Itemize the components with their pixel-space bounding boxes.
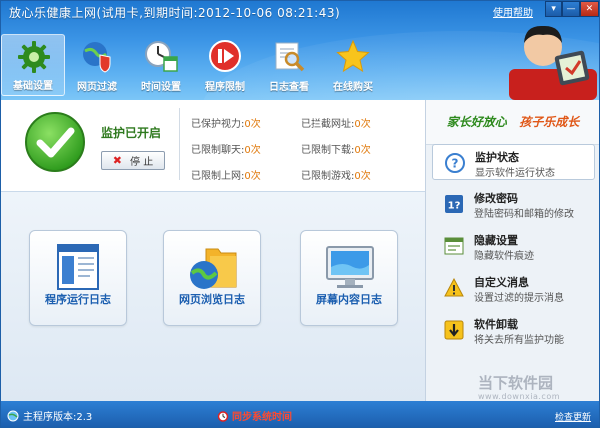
tool-basic-settings[interactable]: 基础设置 [1, 34, 65, 96]
side-item-desc: 显示软件运行状态 [475, 168, 555, 179]
tool-label: 网页过滤 [77, 82, 117, 93]
side-item-desc: 隐藏软件痕迹 [474, 251, 534, 262]
stat-chat: 已限制聊天:0次 [191, 145, 261, 156]
slogan-part1: 家长好放心 [446, 115, 507, 129]
web-log-button[interactable]: 网页浏览日志 [163, 230, 261, 326]
status-bar: 主程序版本:2.3 同步系统时间 检查更新 [1, 401, 599, 427]
tool-label: 基础设置 [13, 81, 53, 92]
side-item-title: 自定义消息 [474, 276, 529, 289]
stat-online: 已限制上网:0次 [191, 171, 261, 182]
check-icon [25, 112, 85, 172]
side-item-password[interactable]: 1? 修改密码 登陆密码和邮箱的修改 [432, 186, 595, 222]
side-item-message[interactable]: 自定义消息 设置过滤的提示消息 [432, 270, 595, 306]
question-icon: ? [445, 153, 465, 173]
star-icon [336, 39, 370, 73]
tool-web-filter[interactable]: 网页过滤 [65, 34, 129, 96]
program-log-button[interactable]: 程序运行日志 [29, 230, 127, 326]
password-icon: 1? [445, 195, 463, 213]
uninstall-icon [444, 320, 464, 340]
version-info: 主程序版本:2.3 [7, 408, 92, 423]
tool-online-buy[interactable]: 在线购买 [321, 34, 385, 96]
stop-button-label: 停 止 [130, 157, 154, 168]
right-panel: 家长好放心 孩子乐成长 ? 监护状态 显示软件运行状态 1? 修改密码 登陆密码… [425, 100, 599, 401]
app-window: 放心乐健康上网(试用卡,到期时间:2012-10-06 08:21:43) 使用… [0, 0, 600, 428]
tool-log-view[interactable]: 日志查看 [257, 34, 321, 96]
monitor-icon [326, 246, 374, 288]
screen-log-button[interactable]: 屏幕内容日志 [300, 230, 398, 326]
globe-icon [7, 410, 19, 421]
stop-button[interactable]: ✖ 停 止 [101, 151, 165, 170]
window-title: 放心乐健康上网(试用卡,到期时间:2012-10-06 08:21:43) [9, 6, 341, 20]
tool-time-settings[interactable]: 时间设置 [129, 34, 193, 96]
magnifier-icon [275, 42, 305, 72]
gear-icon [18, 41, 50, 73]
warning-icon [444, 278, 464, 297]
globe-shield-icon [83, 42, 111, 73]
side-item-title: 修改密码 [474, 192, 518, 205]
stop-play-icon [209, 40, 241, 72]
side-item-desc: 将关去所有监护功能 [474, 335, 564, 346]
main-toolbar: 基础设置 网页过滤 时间设置 程序限制 日志查看 在线购买 [1, 34, 385, 100]
tool-label: 程序限制 [205, 82, 245, 93]
hide-icon [444, 237, 464, 255]
side-item-uninstall[interactable]: 软件卸载 将关去所有监护功能 [432, 312, 595, 348]
svg-text:1?: 1? [448, 201, 461, 212]
clock-calendar-icon [145, 41, 178, 72]
program-window-icon [57, 244, 99, 290]
tool-label: 在线购买 [333, 82, 373, 93]
globe-folder-icon [190, 248, 237, 289]
side-item-title: 监护状态 [475, 151, 519, 164]
version-label: 主程序版本:2.3 [23, 412, 93, 423]
log-area: 程序运行日志 网页浏览日志 屏幕内容日志 [1, 192, 425, 401]
watermark-title: 当下软件园 [478, 374, 554, 392]
side-item-title: 软件卸载 [474, 318, 518, 331]
close-icon: ✖ [112, 154, 123, 167]
stat-url: 已拦截网址:0次 [301, 119, 371, 130]
slogan: 家长好放心 孩子乐成长 [426, 100, 599, 145]
protection-status-text: 监护已开启 [101, 126, 162, 140]
side-item-hide[interactable]: 隐藏设置 隐藏软件痕迹 [432, 228, 595, 264]
alarm-clock-icon [217, 410, 229, 422]
protection-status-panel: 监护已开启 ✖ 停 止 已保护视力:0次 已拦截网址:0次 已限制聊天:0次 已… [1, 100, 425, 192]
header: 放心乐健康上网(试用卡,到期时间:2012-10-06 08:21:43) 使用… [1, 1, 599, 100]
program-log-label: 程序运行日志 [45, 293, 111, 306]
stat-eye: 已保护视力:0次 [191, 119, 261, 130]
watermark-url: www.downxia.com [478, 392, 561, 401]
check-update-link[interactable]: 检查更新 [555, 410, 591, 423]
stat-download: 已限制下载:0次 [301, 145, 371, 156]
child-photo-image [509, 25, 597, 100]
side-item-desc: 设置过滤的提示消息 [474, 293, 564, 304]
tool-label: 日志查看 [269, 82, 309, 93]
tool-label: 时间设置 [141, 82, 181, 93]
tool-program-limit[interactable]: 程序限制 [193, 34, 257, 96]
stat-game: 已限制游戏:0次 [301, 171, 371, 182]
slogan-part2: 孩子乐成长 [519, 115, 580, 129]
watermark: 当下软件园 www.downxia.com [478, 372, 598, 401]
side-item-title: 隐藏设置 [474, 234, 518, 247]
screen-log-label: 屏幕内容日志 [316, 293, 382, 306]
svg-text:?: ? [452, 157, 459, 171]
sync-label: 同步系统时间 [232, 412, 292, 423]
web-log-label: 网页浏览日志 [179, 293, 245, 306]
sync-time-button[interactable]: 同步系统时间 [217, 408, 292, 423]
side-item-desc: 登陆密码和邮箱的修改 [474, 209, 574, 220]
divider [179, 108, 180, 180]
side-item-status[interactable]: ? 监护状态 显示软件运行状态 [432, 144, 595, 180]
